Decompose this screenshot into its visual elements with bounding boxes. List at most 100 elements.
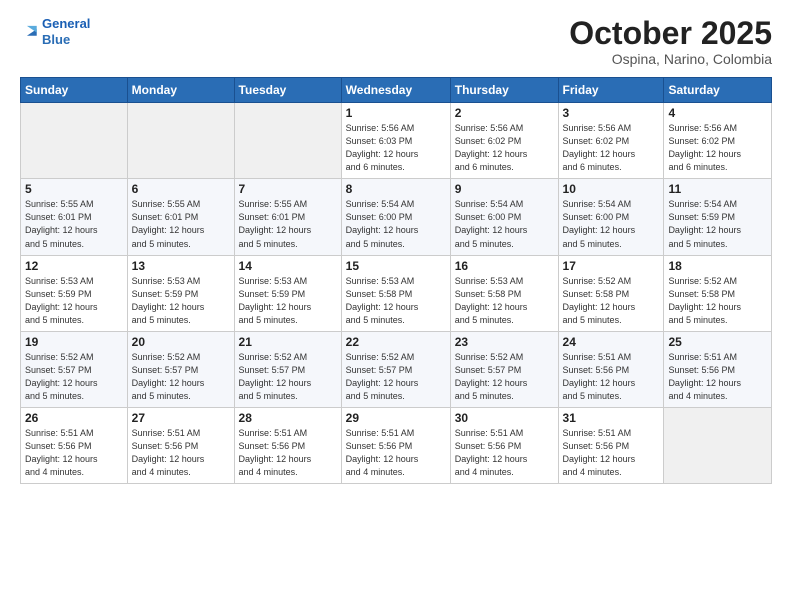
calendar-week-3: 12 Sunrise: 5:53 AM Sunset: 5:59 PM Dayli… <box>21 255 772 331</box>
day-info: Sunrise: 5:54 AM Sunset: 6:00 PM Dayligh… <box>346 198 446 250</box>
day-info: Sunrise: 5:53 AM Sunset: 5:59 PM Dayligh… <box>132 275 230 327</box>
calendar-cell: 3 Sunrise: 5:56 AM Sunset: 6:02 PM Daylig… <box>558 103 664 179</box>
day-info: Sunrise: 5:51 AM Sunset: 5:56 PM Dayligh… <box>563 351 660 403</box>
day-number: 30 <box>455 411 554 425</box>
calendar-cell: 13 Sunrise: 5:53 AM Sunset: 5:59 PM Dayli… <box>127 255 234 331</box>
day-info: Sunrise: 5:55 AM Sunset: 6:01 PM Dayligh… <box>25 198 123 250</box>
subtitle: Ospina, Narino, Colombia <box>569 51 772 67</box>
weekday-header-saturday: Saturday <box>664 78 772 103</box>
day-info: Sunrise: 5:51 AM Sunset: 5:56 PM Dayligh… <box>455 427 554 479</box>
day-number: 7 <box>239 182 337 196</box>
weekday-header-thursday: Thursday <box>450 78 558 103</box>
calendar-cell: 7 Sunrise: 5:55 AM Sunset: 6:01 PM Daylig… <box>234 179 341 255</box>
weekday-header-monday: Monday <box>127 78 234 103</box>
weekday-header-sunday: Sunday <box>21 78 128 103</box>
calendar-cell: 20 Sunrise: 5:52 AM Sunset: 5:57 PM Dayli… <box>127 331 234 407</box>
title-block: October 2025 Ospina, Narino, Colombia <box>569 16 772 67</box>
calendar-cell: 1Sunrise: 5:56 AM Sunset: 6:03 PM Daylig… <box>341 103 450 179</box>
day-number: 27 <box>132 411 230 425</box>
day-info: Sunrise: 5:53 AM Sunset: 5:59 PM Dayligh… <box>25 275 123 327</box>
day-number: 17 <box>563 259 660 273</box>
calendar-cell: 8Sunrise: 5:54 AM Sunset: 6:00 PM Daylig… <box>341 179 450 255</box>
day-info: Sunrise: 5:52 AM Sunset: 5:57 PM Dayligh… <box>25 351 123 403</box>
calendar-cell: 21 Sunrise: 5:52 AM Sunset: 5:57 PM Dayli… <box>234 331 341 407</box>
day-number: 23 <box>455 335 554 349</box>
calendar-cell <box>664 407 772 483</box>
day-info: Sunrise: 5:53 AM Sunset: 5:58 PM Dayligh… <box>455 275 554 327</box>
header: General Blue October 2025 Ospina, Narino… <box>20 16 772 67</box>
day-info: Sunrise: 5:52 AM Sunset: 5:57 PM Dayligh… <box>132 351 230 403</box>
calendar-cell <box>127 103 234 179</box>
day-info: Sunrise: 5:51 AM Sunset: 5:56 PM Dayligh… <box>563 427 660 479</box>
day-info: Sunrise: 5:52 AM Sunset: 5:58 PM Dayligh… <box>563 275 660 327</box>
day-number: 18 <box>668 259 767 273</box>
weekday-header-wednesday: Wednesday <box>341 78 450 103</box>
day-info: Sunrise: 5:51 AM Sunset: 5:56 PM Dayligh… <box>668 351 767 403</box>
day-info: Sunrise: 5:52 AM Sunset: 5:57 PM Dayligh… <box>455 351 554 403</box>
weekday-header-tuesday: Tuesday <box>234 78 341 103</box>
calendar-cell: 31Sunrise: 5:51 AM Sunset: 5:56 PM Dayli… <box>558 407 664 483</box>
calendar-cell: 5Sunrise: 5:55 AM Sunset: 6:01 PM Daylig… <box>21 179 128 255</box>
day-number: 26 <box>25 411 123 425</box>
calendar-cell: 27 Sunrise: 5:51 AM Sunset: 5:56 PM Dayli… <box>127 407 234 483</box>
day-info: Sunrise: 5:52 AM Sunset: 5:57 PM Dayligh… <box>239 351 337 403</box>
calendar-cell: 12 Sunrise: 5:53 AM Sunset: 5:59 PM Dayli… <box>21 255 128 331</box>
day-number: 19 <box>25 335 123 349</box>
calendar-cell: 6 Sunrise: 5:55 AM Sunset: 6:01 PM Daylig… <box>127 179 234 255</box>
day-number: 2 <box>455 106 554 120</box>
day-info: Sunrise: 5:56 AM Sunset: 6:02 PM Dayligh… <box>668 122 767 174</box>
day-info: Sunrise: 5:52 AM Sunset: 5:57 PM Dayligh… <box>346 351 446 403</box>
logo-icon <box>22 21 40 39</box>
day-info: Sunrise: 5:54 AM Sunset: 6:00 PM Dayligh… <box>455 198 554 250</box>
logo-line1: General <box>42 16 90 31</box>
day-info: Sunrise: 5:51 AM Sunset: 5:56 PM Dayligh… <box>132 427 230 479</box>
calendar-cell: 28Sunrise: 5:51 AM Sunset: 5:56 PM Dayli… <box>234 407 341 483</box>
calendar-cell: 18 Sunrise: 5:52 AM Sunset: 5:58 PM Dayli… <box>664 255 772 331</box>
calendar-cell: 25 Sunrise: 5:51 AM Sunset: 5:56 PM Dayli… <box>664 331 772 407</box>
calendar-cell: 24 Sunrise: 5:51 AM Sunset: 5:56 PM Dayli… <box>558 331 664 407</box>
calendar-cell: 23 Sunrise: 5:52 AM Sunset: 5:57 PM Dayli… <box>450 331 558 407</box>
month-title: October 2025 <box>569 16 772 51</box>
day-number: 12 <box>25 259 123 273</box>
day-number: 4 <box>668 106 767 120</box>
day-info: Sunrise: 5:55 AM Sunset: 6:01 PM Dayligh… <box>239 198 337 250</box>
calendar-cell <box>234 103 341 179</box>
day-info: Sunrise: 5:56 AM Sunset: 6:02 PM Dayligh… <box>563 122 660 174</box>
day-number: 24 <box>563 335 660 349</box>
day-number: 13 <box>132 259 230 273</box>
calendar-week-2: 5Sunrise: 5:55 AM Sunset: 6:01 PM Daylig… <box>21 179 772 255</box>
weekday-header-friday: Friday <box>558 78 664 103</box>
day-number: 29 <box>346 411 446 425</box>
calendar-cell: 16Sunrise: 5:53 AM Sunset: 5:58 PM Dayli… <box>450 255 558 331</box>
calendar-cell: 14 Sunrise: 5:53 AM Sunset: 5:59 PM Dayli… <box>234 255 341 331</box>
calendar-cell: 9Sunrise: 5:54 AM Sunset: 6:00 PM Daylig… <box>450 179 558 255</box>
day-number: 22 <box>346 335 446 349</box>
calendar-cell: 11Sunrise: 5:54 AM Sunset: 5:59 PM Dayli… <box>664 179 772 255</box>
day-info: Sunrise: 5:53 AM Sunset: 5:59 PM Dayligh… <box>239 275 337 327</box>
day-number: 10 <box>563 182 660 196</box>
logo: General Blue <box>20 16 90 47</box>
day-info: Sunrise: 5:52 AM Sunset: 5:58 PM Dayligh… <box>668 275 767 327</box>
calendar-week-5: 26 Sunrise: 5:51 AM Sunset: 5:56 PM Dayli… <box>21 407 772 483</box>
day-number: 21 <box>239 335 337 349</box>
day-number: 6 <box>132 182 230 196</box>
calendar-cell: 22 Sunrise: 5:52 AM Sunset: 5:57 PM Dayli… <box>341 331 450 407</box>
day-info: Sunrise: 5:55 AM Sunset: 6:01 PM Dayligh… <box>132 198 230 250</box>
calendar-week-4: 19 Sunrise: 5:52 AM Sunset: 5:57 PM Dayli… <box>21 331 772 407</box>
calendar-cell: 30 Sunrise: 5:51 AM Sunset: 5:56 PM Dayli… <box>450 407 558 483</box>
calendar-cell: 4 Sunrise: 5:56 AM Sunset: 6:02 PM Daylig… <box>664 103 772 179</box>
day-info: Sunrise: 5:56 AM Sunset: 6:02 PM Dayligh… <box>455 122 554 174</box>
weekday-header-row: SundayMondayTuesdayWednesdayThursdayFrid… <box>21 78 772 103</box>
day-number: 3 <box>563 106 660 120</box>
day-info: Sunrise: 5:51 AM Sunset: 5:56 PM Dayligh… <box>346 427 446 479</box>
calendar-cell: 26Sunrise: 5:51 AM Sunset: 5:56 PM Dayli… <box>21 407 128 483</box>
page: General Blue October 2025 Ospina, Narino… <box>0 0 792 612</box>
calendar: SundayMondayTuesdayWednesdayThursdayFrid… <box>20 77 772 484</box>
calendar-cell: 29 Sunrise: 5:51 AM Sunset: 5:56 PM Dayli… <box>341 407 450 483</box>
day-number: 25 <box>668 335 767 349</box>
calendar-cell: 2 Sunrise: 5:56 AM Sunset: 6:02 PM Daylig… <box>450 103 558 179</box>
calendar-cell <box>21 103 128 179</box>
day-number: 15 <box>346 259 446 273</box>
day-number: 20 <box>132 335 230 349</box>
day-number: 14 <box>239 259 337 273</box>
